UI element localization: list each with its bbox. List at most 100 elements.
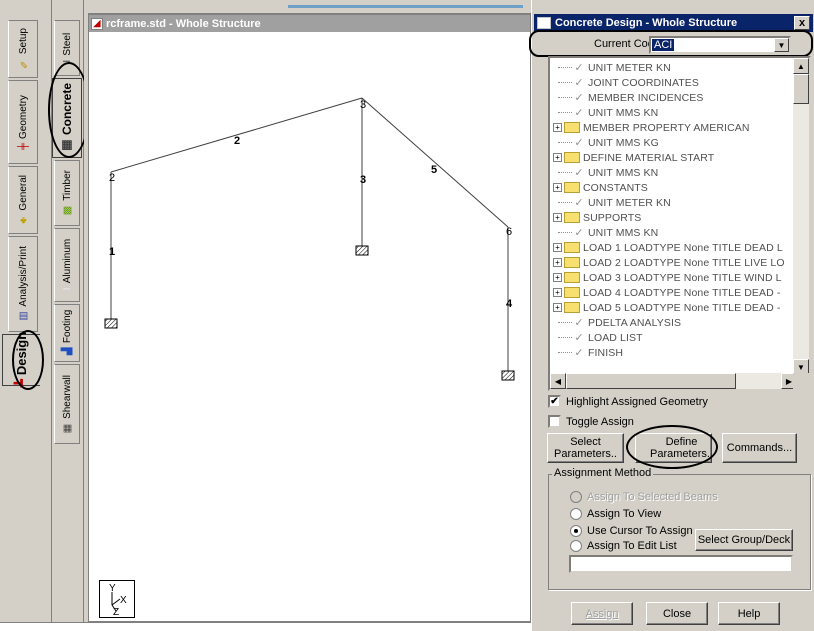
tree-item-label: UNIT MMS KN (588, 166, 659, 179)
tab-aluminum[interactable]: I Aluminum (54, 228, 80, 302)
tree-vscroll-thumb[interactable] (793, 74, 809, 104)
radio-assign-selected-beams[interactable]: Assign To Selected Beams (570, 491, 718, 503)
tab-geometry[interactable]: ╪ Geometry (8, 80, 38, 164)
document-icon: ◢ (91, 17, 103, 30)
tree-item[interactable]: + CONSTANTS (550, 180, 648, 195)
command-tree[interactable]: ✓ UNIT METER KN ✓ JOINT COORDINATES ✓ MEMBER … (548, 56, 811, 391)
radio-button[interactable] (570, 540, 582, 552)
tree-item[interactable]: ✓ UNIT MMS KN (550, 165, 658, 180)
member-label-1: 1 (109, 246, 115, 258)
member-label-3: 3 (360, 174, 366, 186)
tree-horizontal-scrollbar[interactable]: ◀ ▶ (550, 373, 797, 389)
tree-item-label: UNIT MMS KG (588, 136, 659, 149)
command-tree-list[interactable]: ✓ UNIT METER KN ✓ JOINT COORDINATES ✓ MEMBER … (550, 58, 797, 375)
radio-use-cursor-to-assign[interactable]: Use Cursor To Assign (570, 525, 693, 537)
radio-button-selected[interactable] (570, 525, 582, 537)
tab-analysis-print[interactable]: ▤ Analysis/Print (8, 236, 38, 332)
structure-drawing-window[interactable]: ◢ rcframe.std - Whole Structure 2 3 6 1 … (88, 14, 531, 622)
expand-icon[interactable]: + (553, 213, 562, 222)
tree-item[interactable]: + SUPPORTS (550, 210, 641, 225)
tree-item-label: LOAD 4 LOADTYPE None TITLE DEAD - (583, 286, 781, 299)
geometry-icon: ╪ (17, 142, 29, 150)
tree-item[interactable]: + LOAD 3 LOADTYPE None TITLE WIND L (550, 270, 782, 285)
tree-vertical-scrollbar[interactable]: ▲ ▼ (793, 58, 809, 375)
expand-icon[interactable]: + (553, 183, 562, 192)
current-code-select[interactable]: ACI ▼ (649, 36, 791, 54)
tree-item[interactable]: + DEFINE MATERIAL START (550, 150, 714, 165)
tree-item[interactable]: ✓ MEMBER INCIDENCES (550, 90, 703, 105)
support-node-1[interactable] (104, 318, 118, 329)
folder-icon (564, 302, 580, 313)
chevron-down-icon[interactable]: ▼ (774, 38, 789, 52)
tab-timber[interactable]: ▩ Timber (54, 160, 80, 226)
tree-item[interactable]: + LOAD 2 LOADTYPE None TITLE LIVE LO (550, 255, 785, 270)
edit-list-field[interactable] (569, 555, 793, 573)
select-parameters-button[interactable]: Select Parameters.. (547, 433, 624, 463)
tree-item-label: UNIT MMS KN (588, 226, 659, 239)
tree-hscroll-thumb[interactable] (566, 373, 736, 389)
radio-button[interactable] (570, 508, 582, 520)
tab-concrete[interactable]: ▦ Concrete (52, 78, 82, 158)
close-icon[interactable]: x (794, 16, 810, 30)
tab-steel[interactable]: I Steel (54, 20, 80, 76)
commands-button[interactable]: Commands... (722, 433, 797, 463)
tab-setup[interactable]: ✎ Setup (8, 20, 38, 78)
member-label-2: 2 (234, 135, 240, 147)
tree-item[interactable]: ✓ UNIT MMS KN (550, 105, 658, 120)
folder-icon (564, 212, 580, 223)
radio-assign-to-view[interactable]: Assign To View (570, 508, 661, 520)
assign-button[interactable]: Assign (571, 602, 633, 625)
tree-item[interactable]: ✓ FINISH (550, 345, 623, 360)
scroll-up-icon[interactable]: ▲ (793, 58, 809, 74)
highlight-assigned-checkbox[interactable]: ✔ (548, 395, 561, 408)
expand-icon[interactable]: + (553, 153, 562, 162)
tree-item[interactable]: ✓ JOINT COORDINATES (550, 75, 699, 90)
highlight-assigned-geometry-row[interactable]: ✔ Highlight Assigned Geometry (548, 395, 708, 408)
expand-icon[interactable]: + (553, 273, 562, 282)
folder-icon (564, 182, 580, 193)
concrete-design-dialog: Concrete Design - Whole Structure x Curr… (529, 0, 814, 631)
tree-item[interactable]: + LOAD 1 LOADTYPE None TITLE DEAD L (550, 240, 783, 255)
tree-connector (558, 142, 572, 143)
tree-item-label: MEMBER PROPERTY AMERICAN (583, 121, 750, 134)
close-button[interactable]: Close (646, 602, 708, 625)
tree-item[interactable]: ✓ UNIT MMS KG (550, 135, 659, 150)
structure-canvas[interactable]: 2 3 6 1 2 3 5 4 (89, 32, 530, 621)
tree-item-label: UNIT METER KN (588, 196, 671, 209)
tree-item[interactable]: + LOAD 5 LOADTYPE None TITLE DEAD - (550, 300, 780, 315)
support-node-4[interactable] (355, 245, 369, 256)
tree-item-label: CONSTANTS (583, 181, 648, 194)
tab-general[interactable]: ♣ General (8, 166, 38, 234)
scroll-left-icon[interactable]: ◀ (550, 373, 566, 389)
expand-icon[interactable]: + (553, 123, 562, 132)
tab-footing[interactable]: ▟ Footing (54, 304, 80, 362)
expand-icon[interactable]: + (553, 258, 562, 267)
expand-icon[interactable]: + (553, 303, 562, 312)
member-5[interactable] (361, 97, 509, 228)
help-button[interactable]: Help (718, 602, 780, 625)
tree-item[interactable]: ✓ UNIT METER KN (550, 195, 671, 210)
define-parameters-button[interactable]: Define Parameters.. (635, 433, 713, 463)
select-group-deck-button[interactable]: Select Group/Deck (695, 529, 793, 551)
analysis-icon: ▤ (17, 310, 29, 322)
radio-assign-to-edit-list[interactable]: Assign To Edit List (570, 540, 677, 552)
expand-icon[interactable]: + (553, 243, 562, 252)
tree-item[interactable]: ✓ UNIT METER KN (550, 60, 671, 75)
toggle-assign-row[interactable]: Toggle Assign (548, 415, 634, 428)
general-icon: ♣ (17, 214, 29, 226)
tree-item[interactable]: ✓ UNIT MMS KN (550, 225, 658, 240)
tree-item[interactable]: ✓ PDELTA ANALYSIS (550, 315, 681, 330)
support-node-5[interactable] (501, 370, 515, 381)
dialog-titlebar[interactable]: Concrete Design - Whole Structure x (534, 14, 813, 32)
tab-shearwall[interactable]: ▦ Shearwall (54, 364, 80, 444)
tree-item[interactable]: + LOAD 4 LOADTYPE None TITLE DEAD - (550, 285, 780, 300)
toggle-assign-checkbox[interactable] (548, 415, 561, 428)
tree-item[interactable]: ✓ LOAD LIST (550, 330, 643, 345)
tree-item[interactable]: + MEMBER PROPERTY AMERICAN (550, 120, 750, 135)
checkmark-icon: ✓ (574, 167, 584, 179)
tab-design[interactable]: ┻ Design (2, 332, 40, 388)
tree-item-label: UNIT METER KN (588, 61, 671, 74)
drawing-window-titlebar[interactable]: ◢ rcframe.std - Whole Structure (89, 15, 530, 32)
radio-button[interactable] (570, 491, 582, 503)
expand-icon[interactable]: + (553, 288, 562, 297)
